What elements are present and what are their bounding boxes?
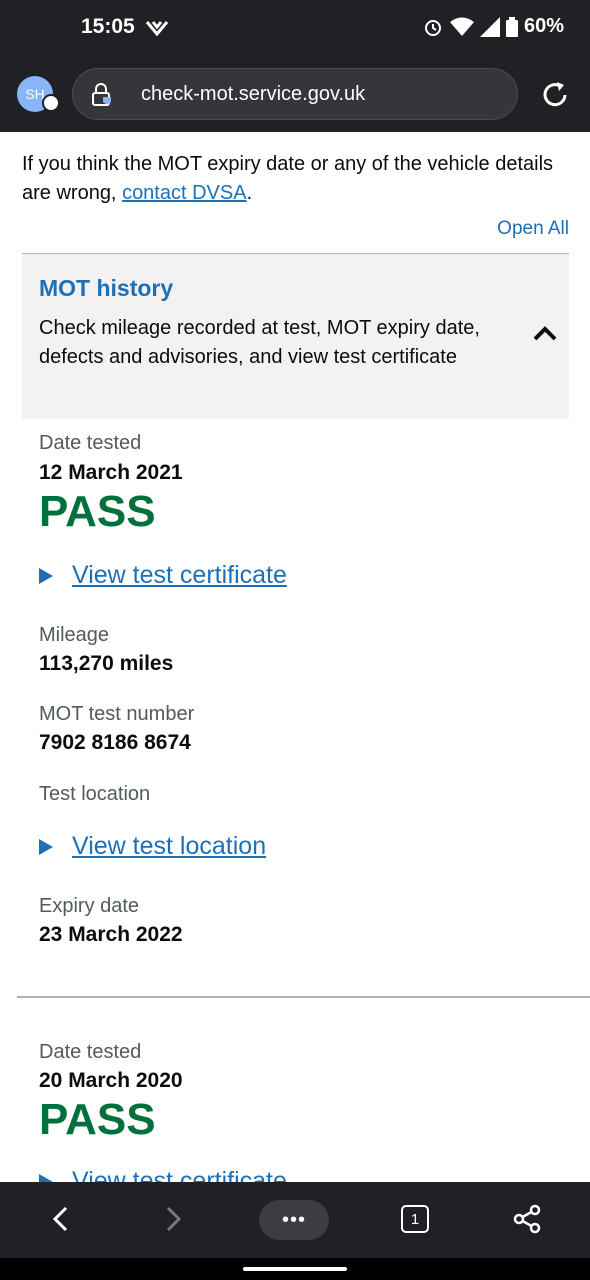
intro-text: If you think the MOT expiry date or any … [22, 153, 554, 204]
open-all-link[interactable]: Open All [497, 218, 569, 240]
gesture-bar [0, 1258, 590, 1280]
test-result-pass: PASS [39, 487, 156, 536]
date-tested-value: 12 March 2021 [39, 461, 183, 484]
back-icon[interactable] [48, 1204, 72, 1234]
url-text[interactable]: check-mot.service.gov.uk [141, 83, 365, 106]
date-tested-label: Date tested [39, 1041, 142, 1063]
alarm-icon [424, 19, 441, 36]
reload-icon[interactable] [540, 80, 570, 110]
address-bar[interactable]: check-mot.service.gov.uk [72, 68, 518, 120]
work-profile-badge-icon [42, 94, 60, 112]
date-tested-value: 20 March 2020 [39, 1069, 183, 1092]
test-result-pass: PASS [39, 1095, 156, 1144]
mot-test-number-value: 7902 8186 8674 [39, 731, 191, 754]
contact-dvsa-link[interactable]: contact DVSA [122, 182, 247, 204]
home-gesture-handle[interactable] [243, 1267, 347, 1271]
expiry-date-label: Expiry date [39, 895, 140, 917]
forward-icon[interactable] [162, 1204, 186, 1234]
browser-bottom-bar: ••• 1 [0, 1182, 590, 1258]
chevron-up-icon[interactable] [532, 324, 558, 342]
menu-button[interactable]: ••• [259, 1200, 329, 1240]
share-icon[interactable] [513, 1204, 541, 1234]
page-content: If you think the MOT expiry date or any … [0, 132, 590, 1182]
mot-test-number-label: MOT test number [39, 703, 195, 725]
view-certificate-details[interactable]: View test certificate [39, 561, 287, 590]
signal-icon [479, 16, 500, 37]
triangle-right-icon[interactable] [39, 838, 53, 855]
date-tested-label: Date tested [39, 432, 142, 454]
accordion-summary: Check mileage recorded at test, MOT expi… [39, 317, 480, 368]
battery-percent: 60% [523, 15, 564, 37]
expiry-date-value: 23 March 2022 [39, 923, 183, 946]
lock-icon[interactable] [91, 83, 113, 107]
section-divider [17, 996, 590, 998]
browser-toolbar: SH check-mot.service.gov.uk [0, 56, 590, 132]
accordion-title[interactable]: MOT history [39, 275, 173, 302]
test-location-label: Test location [39, 783, 151, 805]
view-location-details[interactable]: View test location [39, 832, 266, 861]
status-bar: 15:05 60% [0, 0, 590, 56]
view-certificate-link[interactable]: View test certificate [72, 1167, 287, 1182]
battery-icon [505, 16, 518, 37]
view-certificate-link[interactable]: View test certificate [72, 561, 287, 590]
mileage-label: Mileage [39, 624, 110, 646]
tabs-button[interactable]: 1 [401, 1205, 429, 1233]
view-certificate-details[interactable]: View test certificate [39, 1167, 287, 1182]
status-icons: 60% [422, 15, 564, 38]
mileage-value: 113,270 miles [39, 652, 174, 675]
status-time: 15:05 [81, 15, 135, 38]
view-location-link[interactable]: View test location [72, 832, 266, 861]
mot-history-accordion[interactable]: MOT history Check mileage recorded at te… [22, 253, 569, 419]
triangle-right-icon[interactable] [39, 567, 53, 584]
vpn-chevron-icon [145, 21, 169, 37]
triangle-right-icon[interactable] [39, 1173, 53, 1182]
wifi-icon [449, 17, 474, 36]
